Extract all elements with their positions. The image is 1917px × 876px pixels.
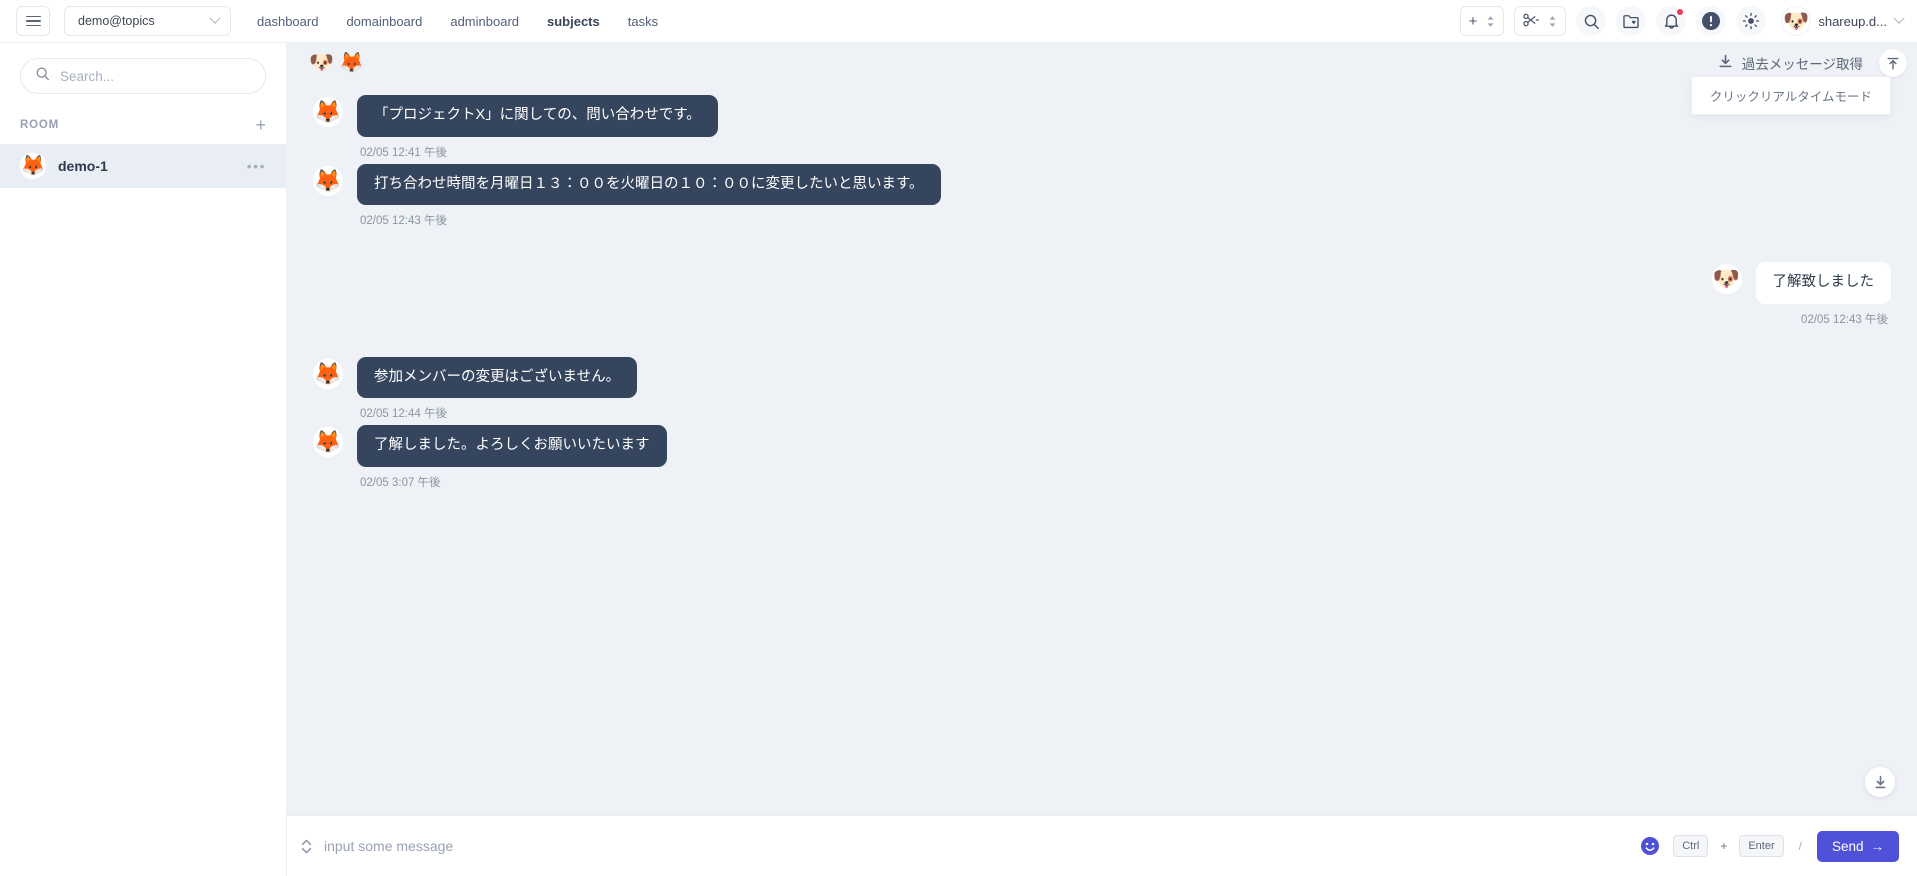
message-timestamp: 02/05 12:44 午後 [360,408,447,421]
chevron-down-icon [1893,12,1905,24]
member-avatar: 🐶 [309,52,334,74]
shortcut-separator: / [1798,839,1802,853]
notification-badge [1677,9,1684,15]
message-bubble: 参加メンバーの変更はございません。 [357,356,638,399]
sidebar-search-container [0,43,286,102]
message-content: 「プロジェクトX」に関しての、問い合わせです。 02/05 12:41 午後 [357,95,718,160]
primary-nav: dashboard domainboard adminboard subject… [257,14,658,29]
chat-header: 🐶 🦊 過去メッセージ取得 クリックリアルタイムモード [287,43,1917,115]
message-content: 了解致しました 02/05 12:43 午後 [1755,262,1891,327]
search-icon [35,66,50,86]
chevron-updown-icon [1548,15,1557,28]
chevron-down-icon [209,12,221,24]
hamburger-line [25,20,41,22]
message-timestamp: 02/05 12:43 午後 [360,215,447,228]
plus-icon: + [1468,12,1478,30]
sidebar: ROOM + 🦊 demo-1 ••• [0,43,287,876]
top-navigation-bar: demo@topics dashboard domainboard adminb… [0,0,1917,43]
message-avatar: 🦊 [313,165,343,196]
user-profile-name: shareup.d... [1818,13,1887,29]
nav-item-subjects[interactable]: subjects [547,14,600,29]
message-timestamp: 02/05 12:43 午後 [1801,313,1888,326]
main-body: ROOM + 🦊 demo-1 ••• 🐶 🦊 [0,43,1917,876]
workspace-selector[interactable]: demo@topics [64,6,231,36]
message-bubble: 「プロジェクトX」に関しての、問い合わせです。 [357,95,718,137]
message-row: 🐶 了解致しました 02/05 12:43 午後 [287,262,1917,327]
message-timestamp: 02/05 3:07 午後 [360,476,441,489]
nav-item-tasks[interactable]: tasks [628,14,658,29]
message-bubble: 了解致しました [1755,262,1891,304]
nav-item-domainboard[interactable]: domainboard [346,14,422,29]
app-root: demo@topics dashboard domainboard adminb… [0,0,1917,876]
pin-top-icon[interactable] [1879,49,1907,77]
download-icon [1718,54,1733,72]
send-button[interactable]: Send → [1816,830,1899,862]
expand-collapse-icon[interactable] [301,839,312,854]
message-input[interactable] [324,838,1628,854]
message-avatar: 🦊 [313,427,343,458]
message-bubble: 了解しました。よろしくお願いいたいます [357,425,667,467]
brightness-icon[interactable] [1736,6,1767,36]
sidebar-item-demo-1[interactable]: 🦊 demo-1 ••• [0,144,286,188]
add-stepper-control[interactable]: + [1459,6,1505,36]
message-block: 🦊 打ち合わせ時間を月曜日１３：００を火曜日の１０：００に変更したいと思います。… [313,163,941,229]
chevron-updown-icon [1486,15,1495,28]
emoji-smiley-icon[interactable] [1639,835,1661,857]
message-avatar: 🦊 [313,97,343,127]
arrow-right-icon: → [1870,838,1885,854]
message-timestamp: 02/05 12:41 午後 [360,146,447,159]
room-avatar: 🦊 [20,153,46,179]
message-avatar: 🐶 [1711,264,1742,295]
message-row: 🦊 了解しました。よろしくお願いいたいます 02/05 3:07 午後 [287,425,1917,490]
hamburger-line [25,15,41,18]
message-content: 参加メンバーの変更はございません。 02/05 12:44 午後 [357,356,638,422]
scissors-icon [1523,13,1540,30]
search-input[interactable] [60,68,251,84]
shortcut-plus: + [1720,839,1728,853]
send-button-label: Send [1831,838,1864,854]
hamburger-menu-icon[interactable] [16,6,50,36]
message-list[interactable]: 🦊 「プロジェクトX」に関しての、問い合わせです。 02/05 12:41 午後… [287,83,1917,815]
message-block: 🦊 「プロジェクトX」に関しての、問い合わせです。 02/05 12:41 午後 [313,95,718,160]
chat-header-actions: 過去メッセージ取得 [1710,49,1907,77]
chat-panel: 🐶 🦊 過去メッセージ取得 クリックリアルタイムモード 🦊 「プロジェクトX」に… [287,43,1917,876]
message-row: 🦊 「プロジェクトX」に関しての、問い合わせです。 02/05 12:41 午後 [287,95,1917,160]
user-profile-menu[interactable]: 🐶 shareup.d... [1782,7,1905,35]
message-row: 🦊 参加メンバーの変更はございません。 02/05 12:44 午後 [287,356,1917,422]
room-name: demo-1 [58,158,108,174]
message-composer: Ctrl + Enter / Send → [287,815,1917,876]
search-icon[interactable] [1576,6,1607,36]
realtime-mode-tooltip: クリックリアルタイムモード [1690,76,1891,115]
member-avatar: 🦊 [339,52,364,74]
fetch-past-messages-label: 過去メッセージ取得 [1741,57,1863,72]
workspace-selector-value: demo@topics [78,14,155,28]
scroll-to-bottom-icon[interactable] [1865,767,1895,797]
nav-item-dashboard[interactable]: dashboard [257,14,318,29]
add-room-button[interactable]: + [255,116,266,134]
hamburger-line [25,24,41,27]
shortcut-key-ctrl: Ctrl [1673,834,1709,858]
message-block: 🐶 了解致しました 02/05 12:43 午後 [1711,262,1891,327]
top-bar-actions: + 🐶 shareup.d... [1459,6,1905,36]
message-content: 了解しました。よろしくお願いいたいます 02/05 3:07 午後 [357,425,667,490]
message-block: 🦊 参加メンバーの変更はございません。 02/05 12:44 午後 [313,356,638,422]
message-content: 打ち合わせ時間を月曜日１３：００を火曜日の１０：００に変更したいと思います。 0… [357,163,941,229]
alert-info-icon[interactable] [1696,6,1727,36]
room-section-header: ROOM + [0,102,286,144]
message-bubble: 打ち合わせ時間を月曜日１３：００を火曜日の１０：００に変更したいと思います。 [357,163,941,206]
chat-member-avatars: 🐶 🦊 [309,51,364,76]
room-section-label: ROOM [20,119,59,131]
message-block: 🦊 了解しました。よろしくお願いいたいます 02/05 3:07 午後 [313,425,667,490]
folder-favorite-icon[interactable] [1616,6,1647,36]
avatar: 🐶 [1782,7,1811,35]
nav-item-adminboard[interactable]: adminboard [450,14,519,29]
shortcut-key-enter: Enter [1739,834,1784,858]
message-row: 🦊 打ち合わせ時間を月曜日１３：００を火曜日の１０：００に変更したいと思います。… [287,163,1917,229]
fetch-past-messages-button[interactable]: 過去メッセージ取得 [1710,49,1871,77]
room-more-options-icon[interactable]: ••• [247,159,266,173]
message-avatar: 🦊 [313,358,343,389]
search-box[interactable] [20,58,266,94]
notifications-bell-icon[interactable] [1656,6,1687,36]
cut-stepper-control[interactable] [1514,6,1567,36]
